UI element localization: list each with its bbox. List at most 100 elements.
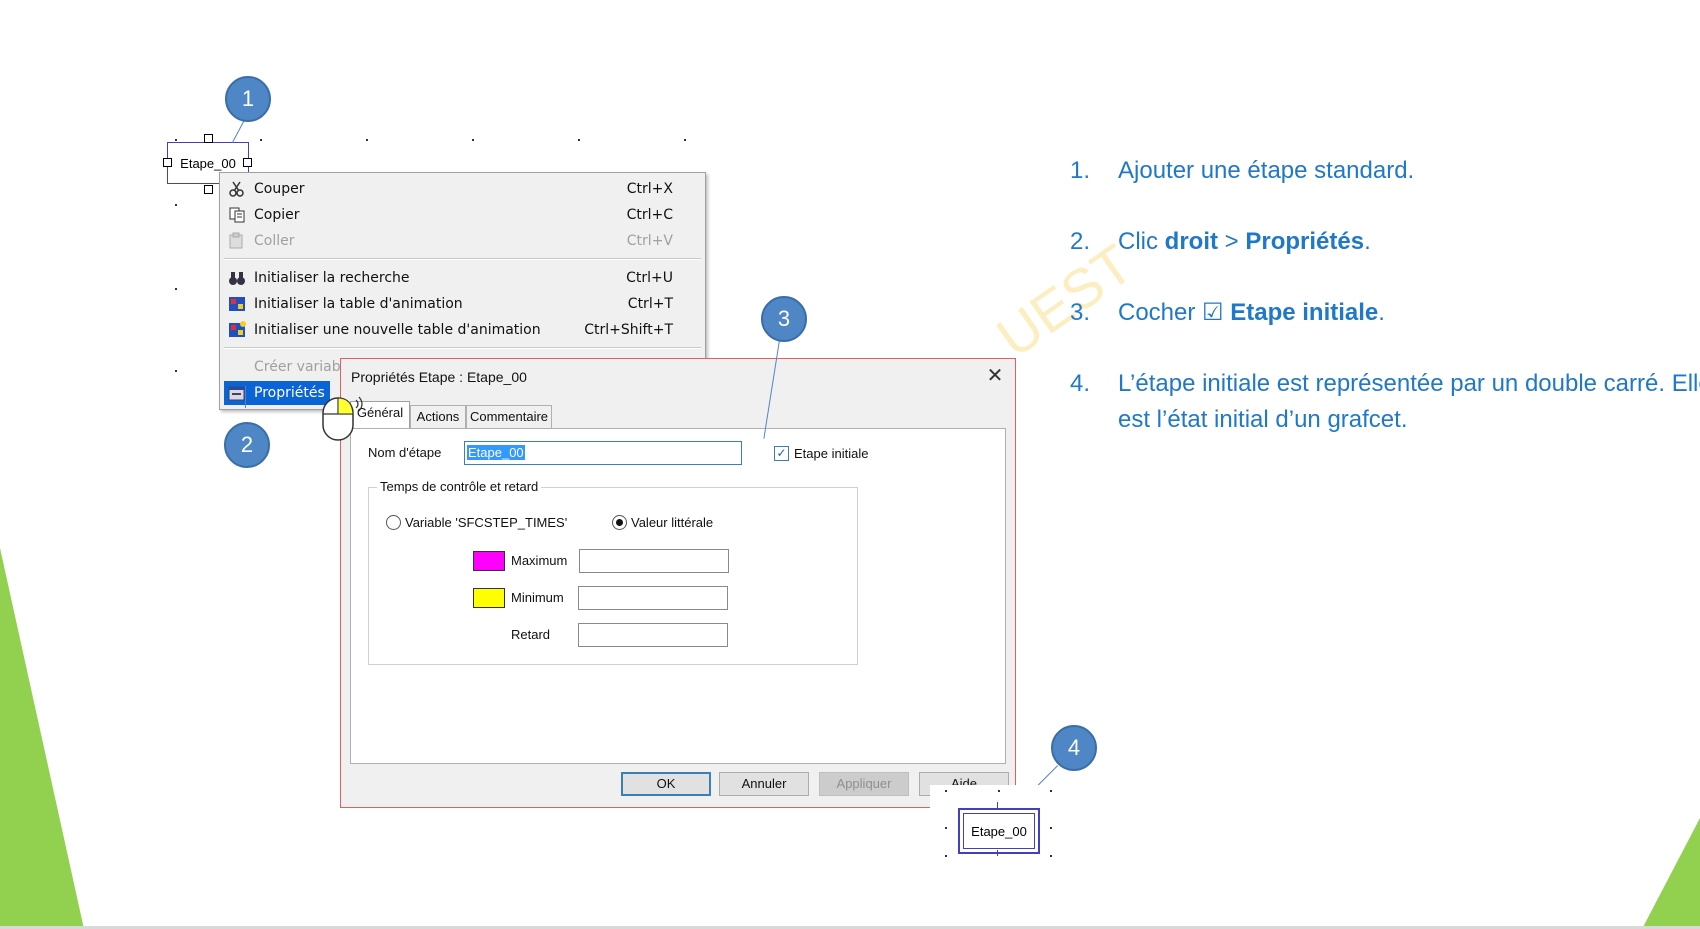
delay-label: Retard (511, 627, 551, 642)
new-animation-table-icon (228, 321, 248, 339)
instruction-text: Clic droit > Propriétés. (1118, 224, 1700, 260)
menu-item-label: Propriétés (254, 385, 325, 401)
instruction-text: Cocher ☑ Etape initiale. (1118, 295, 1700, 331)
maximum-field[interactable] (579, 549, 729, 573)
instruction-text-bold: Propriétés (1245, 228, 1365, 255)
grid-dot (1050, 855, 1052, 857)
grid-dot (998, 790, 1000, 792)
tab-actions[interactable]: Actions (410, 405, 466, 428)
grid-dot (366, 139, 368, 141)
menu-item-properties[interactable]: Propriétés (224, 381, 330, 405)
grid-dot (1050, 790, 1052, 792)
minimum-label: Minimum (511, 590, 564, 605)
radio-literal[interactable] (612, 515, 627, 530)
callout-4: 4 (1051, 725, 1097, 771)
menu-separator (224, 347, 701, 349)
minimum-color-swatch (473, 588, 505, 608)
grid-dot (260, 139, 262, 141)
initial-step-inner: Etape_00 (963, 813, 1035, 849)
resize-handle[interactable] (204, 134, 213, 143)
menu-item-new-animation-table[interactable]: Initialiser une nouvelle table d'animati… (224, 318, 701, 342)
menu-item-label: Copier (254, 207, 300, 223)
ok-button[interactable]: OK (621, 772, 711, 796)
menu-item-label: Initialiser une nouvelle table d'animati… (254, 322, 541, 338)
instruction-text-part: Ajouter une étape standard. (1118, 157, 1415, 184)
menu-item-shortcut: Ctrl+U (626, 270, 673, 286)
menu-item-shortcut: Ctrl+X (626, 181, 673, 197)
callout-leader (1036, 765, 1058, 788)
instruction-text-part: Cocher ☑ (1118, 299, 1231, 326)
menu-item-init-search[interactable]: Initialiser la recherche Ctrl+U (224, 266, 701, 290)
initial-step-double-square[interactable]: Etape_00 (958, 808, 1040, 854)
minimum-field[interactable] (578, 586, 728, 610)
instruction-text-part: . (1378, 299, 1385, 326)
grid-dot (945, 827, 947, 829)
initial-step-label: Etape initiale (794, 446, 869, 461)
instruction-text-part: Clic (1118, 228, 1165, 255)
step-label: Etape_00 (180, 155, 236, 171)
slide-decoration-left (0, 548, 84, 929)
step-name-value: Etape_00 (467, 445, 525, 460)
instruction-text-bold: droit (1164, 228, 1218, 255)
binoculars-icon (228, 269, 248, 287)
tab-comment[interactable]: Commentaire (466, 405, 552, 428)
menu-item-cut[interactable]: Couper Ctrl+X (224, 177, 701, 201)
step-properties-dialog: Propriétés Etape : Etape_00 ✕ Général Ac… (340, 358, 1016, 808)
grid-dot (578, 139, 580, 141)
menu-item-label: Initialiser la recherche (254, 270, 410, 286)
callout-3: 3 (761, 296, 807, 342)
step-link-bottom (997, 850, 998, 856)
menu-item-label: Créer variabl (254, 359, 345, 375)
copy-icon (228, 206, 248, 224)
menu-item-shortcut: Ctrl+T (627, 296, 673, 312)
instruction-number: 2. (1070, 228, 1091, 255)
instruction-number: 4. (1070, 370, 1091, 397)
initial-step-checkbox[interactable]: ✓ (774, 446, 789, 461)
paste-icon (228, 232, 248, 250)
radio-literal-label: Valeur littérale (631, 515, 714, 530)
resize-handle[interactable] (163, 158, 172, 167)
instruction-number: 3. (1070, 299, 1091, 326)
callout-2: 2 (224, 422, 270, 468)
grid-dot (1050, 827, 1052, 829)
control-time-group: Temps de contrôle et retard Variable 'SF… (368, 479, 858, 665)
scissors-icon (228, 180, 248, 198)
instruction-text-part: L’étape initiale est représentée par un … (1118, 370, 1700, 433)
animation-table-icon (228, 295, 248, 313)
maximum-label: Maximum (511, 553, 568, 568)
cancel-button[interactable]: Annuler (719, 772, 809, 796)
menu-separator (224, 258, 701, 260)
apply-button[interactable]: Appliquer (819, 772, 909, 796)
instruction-text-bold: Etape initiale (1230, 299, 1379, 326)
close-icon[interactable]: ✕ (983, 365, 1007, 387)
dialog-title: Propriétés Etape : Etape_00 (351, 369, 527, 385)
resize-handle[interactable] (204, 185, 213, 194)
grid-dot (175, 204, 177, 206)
instruction-text-part: > (1218, 228, 1246, 255)
grid-dot (175, 139, 177, 141)
maximum-color-swatch (473, 551, 505, 571)
step-link-top (997, 802, 998, 808)
menu-item-init-animation-table[interactable]: Initialiser la table d'animation Ctrl+T (224, 292, 701, 316)
grid-dot (945, 855, 947, 857)
menu-item-label: Initialiser la table d'animation (254, 296, 463, 312)
resize-handle[interactable] (243, 158, 252, 167)
radio-variable-label: Variable 'SFCSTEP_TIMES' (405, 515, 568, 530)
menu-item-label: Couper (254, 181, 305, 197)
slide-decoration-right (1642, 818, 1700, 929)
menu-item-copy[interactable]: Copier Ctrl+C (224, 203, 701, 227)
instruction-text-part: . (1364, 228, 1371, 255)
radio-variable[interactable] (386, 515, 401, 530)
delay-field[interactable] (578, 623, 728, 647)
grid-dot (945, 790, 947, 792)
grid-dot (684, 139, 686, 141)
blank-icon (228, 358, 248, 376)
instruction-text: L’étape initiale est représentée par un … (1118, 366, 1700, 438)
grid-dot (175, 370, 177, 372)
mouse-right-click-icon (320, 392, 366, 449)
step-name-field[interactable]: Etape_00 (464, 441, 742, 465)
menu-item-paste[interactable]: Coller Ctrl+V (224, 229, 701, 253)
callout-leader (245, 386, 246, 408)
menu-item-shortcut: Ctrl+V (626, 233, 673, 249)
group-title: Temps de contrôle et retard (377, 479, 542, 494)
